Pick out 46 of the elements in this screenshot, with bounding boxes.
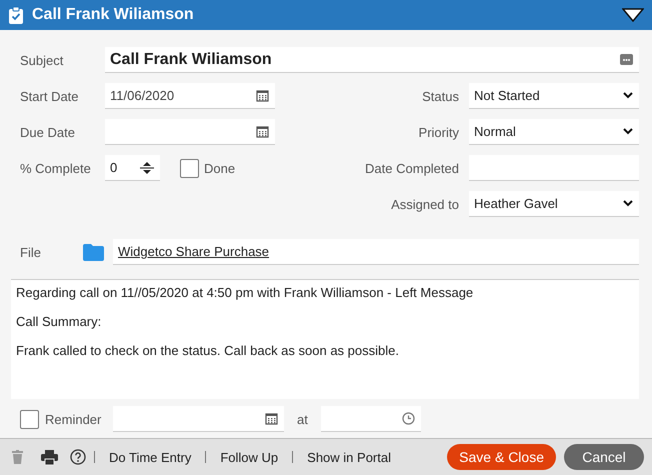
spinner-icon[interactable] [140,160,154,174]
number-field[interactable]: 0 [105,155,160,181]
calendar-icon[interactable] [256,89,269,102]
field-label: Priority [418,124,460,140]
collapse-triangle-icon[interactable] [622,8,644,22]
chevron-down-icon [623,92,633,99]
reminder-checkbox[interactable] [20,410,39,428]
done-checkbox[interactable] [180,158,199,178]
help-icon[interactable] [70,449,86,465]
date-field[interactable]: 11/06/2020 [105,83,275,109]
at-label: at [297,412,308,426]
save-button[interactable]: Save & Close [447,444,556,470]
footer-link[interactable]: Show in Portal [301,450,397,464]
field-label: Date Completed [364,160,460,176]
window-title: Call Frank Wiliamson [32,6,195,24]
calendar-icon[interactable] [256,125,269,138]
field-label: Due Date [19,124,76,140]
date-field[interactable] [469,155,639,181]
chevron-down-icon [623,200,633,207]
calendar-icon[interactable] [265,412,278,425]
file-field[interactable]: Widgetco Share Purchase [113,239,639,265]
folder-icon[interactable] [83,244,104,260]
field-label: % Complete [19,160,92,176]
field-label: Status [421,88,460,104]
notes-field[interactable]: Regarding call on 11//05/2020 at 4:50 pm with Frank Williamson - Left Message Call Summary: Frank called to check on the status. Call back as soon as possible. [11,279,639,399]
cancel-button[interactable]: Cancel [564,444,644,470]
footer-link[interactable]: Follow Up [214,450,284,464]
date-field[interactable] [113,406,284,432]
chevron-down-icon [623,128,633,135]
dropdown-field[interactable]: Normal [469,119,639,145]
checkbox-label: Done [204,160,236,176]
more-icon[interactable] [620,54,633,65]
field-label: Subject [19,52,64,68]
subject-field[interactable]: Call Frank Wiliamson [105,47,639,73]
clipboard-check-icon [9,6,23,24]
checkbox-label: Reminder [45,412,102,426]
footer-link[interactable]: Do Time Entry [103,450,198,464]
field-label: File [19,244,42,260]
printer-icon[interactable] [41,450,58,464]
time-field[interactable] [320,406,421,432]
field-label: Assigned to [390,196,460,212]
date-field[interactable] [105,119,275,145]
field-label: Start Date [19,88,80,104]
clock-icon[interactable] [402,412,415,425]
dropdown-field[interactable]: Not Started [469,83,639,109]
dropdown-field[interactable]: Heather Gavel [469,191,639,217]
